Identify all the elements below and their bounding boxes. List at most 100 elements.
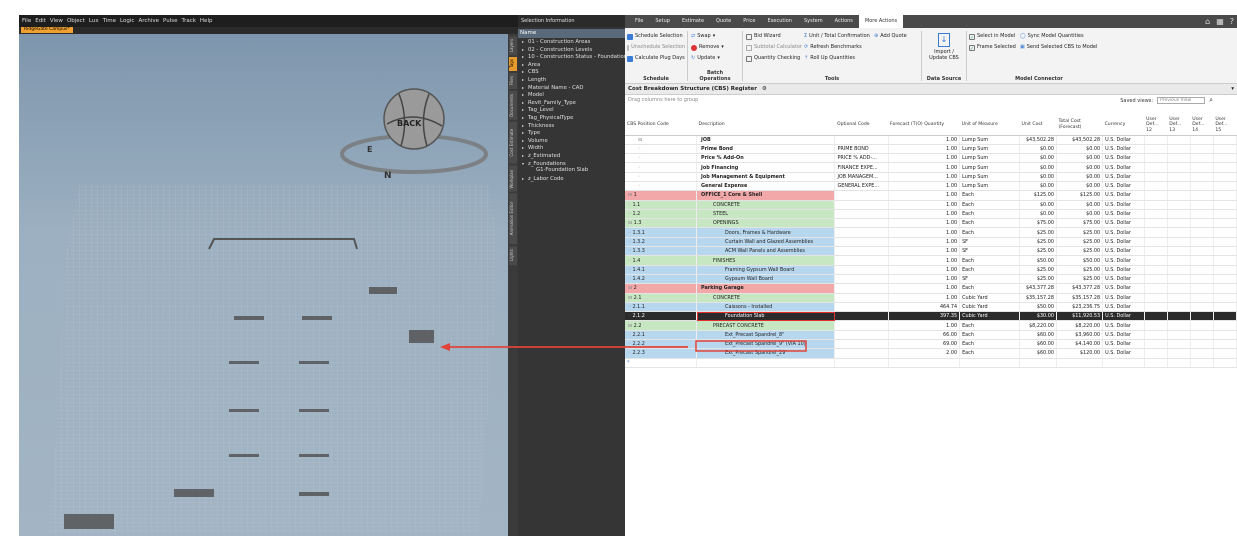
- grid-cell[interactable]: [1144, 320, 1168, 331]
- menu-item-view[interactable]: View: [50, 18, 63, 24]
- grid-cell[interactable]: 1.00: [888, 218, 961, 229]
- ribbon-tab-estimate[interactable]: Estimate: [676, 15, 710, 28]
- grid-cell[interactable]: $43,377.28: [1056, 283, 1104, 294]
- grid-cell[interactable]: [1213, 302, 1237, 313]
- grid-cell[interactable]: $25.00: [1019, 265, 1057, 275]
- grid-cell[interactable]: 1.00: [888, 162, 961, 173]
- grid-cell[interactable]: U.S. Dollar: [1102, 209, 1145, 220]
- remove-button[interactable]: Remove ▾: [691, 42, 739, 53]
- grid-cell[interactable]: [834, 358, 889, 368]
- ribbon-tab-system[interactable]: System: [798, 15, 829, 28]
- select-in-model-checkbox[interactable]: ✓ Select in Model: [969, 31, 1017, 42]
- grid-cell[interactable]: [1213, 172, 1237, 183]
- grid-cell[interactable]: Cubic Yard: [959, 311, 1021, 322]
- grid-cell[interactable]: CONCRETE: [696, 200, 836, 210]
- grid-cell[interactable]: OPENINGS: [696, 218, 836, 229]
- grid-cell[interactable]: [1190, 293, 1214, 303]
- grid-cell[interactable]: [1190, 330, 1214, 341]
- grid-cell[interactable]: $0.00: [1019, 181, 1057, 192]
- grid-cell[interactable]: $0.00: [1019, 200, 1057, 210]
- grid-cell[interactable]: [1190, 162, 1214, 173]
- grid-cell[interactable]: $25.00: [1019, 237, 1057, 248]
- grid-cell[interactable]: ⊟ 1.3: [625, 218, 698, 229]
- grid-cell[interactable]: JOB: [696, 135, 836, 145]
- grid-cell[interactable]: Lump Sum: [959, 181, 1021, 192]
- grid-cell[interactable]: [1167, 283, 1191, 294]
- grid-cell[interactable]: $60.00: [1019, 330, 1057, 341]
- grid-cell[interactable]: ◦ 2.1.1: [625, 302, 698, 313]
- grid-cell[interactable]: U.S. Dollar: [1102, 283, 1145, 294]
- send-selected-cbs-button[interactable]: ▣ Send Selected CBS to Model: [1020, 42, 1110, 53]
- grid-cell[interactable]: [1190, 358, 1214, 368]
- column-header[interactable]: Total Cost (Forecast): [1056, 115, 1103, 136]
- table-row[interactable]: ◦ General Expense GENERAL EXPE... 1.00 Lump…: [625, 181, 1237, 192]
- side-tab-lights[interactable]: Lights: [509, 246, 517, 266]
- grid-cell[interactable]: ◦: [625, 172, 698, 183]
- grid-cell[interactable]: U.S. Dollar: [1102, 339, 1145, 350]
- grid-cell[interactable]: $35,157.28: [1056, 293, 1104, 303]
- grid-cell[interactable]: [1144, 227, 1168, 238]
- grid-cell[interactable]: $25.00: [1056, 265, 1104, 275]
- tree-node[interactable]: ▸ Revit_Family_Type: [522, 99, 625, 107]
- menu-item-object[interactable]: Object: [67, 18, 85, 24]
- grid-cell[interactable]: U.S. Dollar: [1102, 265, 1145, 275]
- grid-cell[interactable]: [1213, 181, 1237, 192]
- column-header[interactable]: User Def... 12: [1144, 115, 1168, 136]
- grid-cell[interactable]: U.S. Dollar: [1102, 135, 1145, 145]
- grid-cell[interactable]: $0.00: [1056, 209, 1104, 220]
- bid-wizard-button[interactable]: Bid Wizard: [746, 31, 802, 42]
- grid-cell[interactable]: [1167, 302, 1191, 313]
- grid-cell[interactable]: [1190, 339, 1214, 350]
- side-tab-cost-estimate[interactable]: Cost Estimate: [509, 122, 517, 164]
- new-row[interactable]: *: [625, 358, 1237, 368]
- grid-cell[interactable]: [1167, 144, 1191, 155]
- grid-cell[interactable]: [834, 255, 889, 266]
- menu-item-archive[interactable]: Archive: [138, 18, 159, 24]
- viewcube-back-label[interactable]: BACK: [397, 119, 421, 128]
- grid-cell[interactable]: ◦ 2.2.1: [625, 330, 698, 341]
- grid-cell[interactable]: [696, 358, 836, 368]
- grid-cell[interactable]: $30.00: [1019, 311, 1057, 322]
- grid-cell[interactable]: [1190, 274, 1214, 285]
- menu-item-lux[interactable]: Lux: [89, 18, 99, 24]
- grid-cell[interactable]: Job Management & Equipment: [696, 172, 836, 183]
- grid-cell[interactable]: [834, 339, 889, 350]
- column-header[interactable]: Unit Cost: [1019, 115, 1057, 136]
- side-tab-workplan[interactable]: Workplan: [509, 165, 517, 192]
- grid-cell[interactable]: $25.00: [1056, 237, 1104, 248]
- grid-cell[interactable]: $50.00: [1019, 255, 1057, 266]
- grid-cell[interactable]: [834, 209, 889, 220]
- grid-cell[interactable]: [1167, 293, 1191, 303]
- side-tab-documents[interactable]: Documents: [509, 91, 517, 120]
- table-row[interactable]: ◦ Job Financing FINANCE EXPE... 1.00 Lump S…: [625, 162, 1237, 173]
- grid-cell[interactable]: 1.00: [888, 237, 961, 248]
- add-quote-button[interactable]: ⊕ Add Quote: [874, 31, 918, 42]
- grid-cell[interactable]: [1213, 330, 1237, 341]
- ribbon-tab-quote[interactable]: Quote: [710, 15, 737, 28]
- grid-cell[interactable]: SF: [959, 246, 1021, 257]
- grid-cell[interactable]: Each: [959, 320, 1021, 331]
- grid-cell[interactable]: [1167, 348, 1191, 359]
- grid-cell[interactable]: 1.00: [888, 293, 961, 303]
- grid-cell[interactable]: $120.00: [1056, 348, 1104, 359]
- bank-icon[interactable]: ⌂: [1205, 17, 1210, 26]
- column-header[interactable]: Description: [696, 115, 835, 136]
- grid-cell[interactable]: $125.00: [1019, 190, 1057, 201]
- grid-cell[interactable]: Ext_Precast Spandrel_29": [696, 348, 836, 359]
- menu-item-edit[interactable]: Edit: [35, 18, 46, 24]
- tree-node[interactable]: ▸ Tag_PhysicalType: [522, 114, 625, 122]
- grid-cell[interactable]: [1167, 330, 1191, 341]
- grid-cell[interactable]: $43,502.28: [1019, 135, 1057, 145]
- grid-cell[interactable]: [1190, 172, 1214, 183]
- grid-cell[interactable]: [1144, 172, 1168, 183]
- ribbon-tab-setup[interactable]: Setup: [649, 15, 676, 28]
- tree-node[interactable]: ▸ Material Name - CAD: [522, 84, 625, 92]
- tree-node[interactable]: ▸ Type: [522, 129, 625, 137]
- grid-cell[interactable]: Lump Sum: [959, 172, 1021, 183]
- grid-cell[interactable]: ◦ 1.3.2: [625, 237, 698, 248]
- grid-cell[interactable]: [1213, 162, 1237, 173]
- side-tab-files[interactable]: Files: [509, 73, 517, 90]
- grid-cell[interactable]: [1190, 227, 1214, 238]
- grid-cell[interactable]: Each: [959, 227, 1021, 238]
- grid-cell[interactable]: Cubic Yard: [959, 293, 1021, 303]
